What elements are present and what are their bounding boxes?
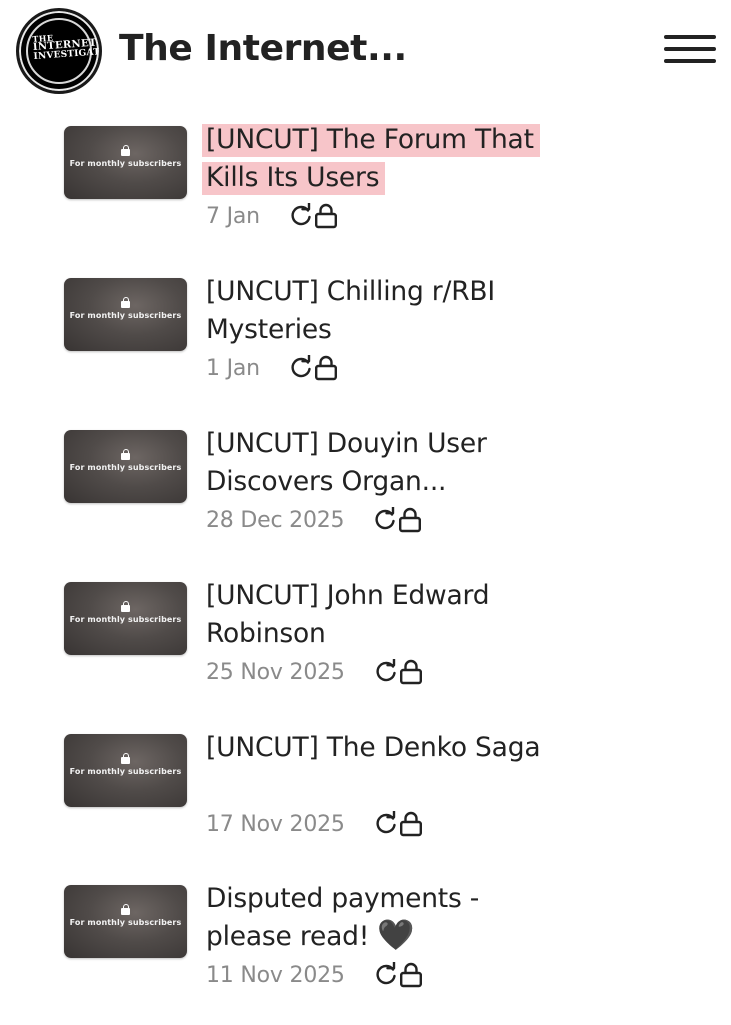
post-meta: 17 Nov 2025 — [206, 809, 423, 839]
menu-bar — [664, 35, 716, 39]
post-date: 7 Jan — [206, 203, 260, 229]
post-meta: 1 Jan — [206, 353, 338, 383]
site-logo[interactable]: THE INTERNET INVESTIGATOR — [16, 8, 102, 94]
thumbnail-lock-icon — [121, 753, 130, 764]
lock-icon — [314, 355, 337, 381]
menu-bar — [664, 47, 716, 51]
header: THE INTERNET INVESTIGATOR The Internet..… — [0, 0, 731, 100]
post-thumbnail[interactable]: For monthly subscribers — [64, 430, 187, 503]
post-item[interactable]: For monthly subscribers [UNCUT] Chilling… — [0, 276, 731, 418]
post-status-icons — [373, 810, 423, 838]
site-title[interactable]: The Internet... — [119, 28, 407, 69]
post-item[interactable]: For monthly subscribers [UNCUT] John Edw… — [0, 580, 731, 722]
post-status-icons — [373, 961, 423, 989]
lock-icon — [399, 811, 422, 837]
post-meta: 7 Jan — [206, 201, 338, 231]
post-title[interactable]: [UNCUT] Chilling r/RBI Mysteries — [206, 273, 566, 349]
hamburger-menu-icon[interactable] — [661, 33, 719, 67]
subscriber-label: For monthly subscribers — [69, 159, 182, 168]
post-meta: 11 Nov 2025 — [206, 960, 423, 990]
repost-icon — [376, 962, 396, 985]
repost-icon — [376, 811, 396, 834]
thumbnail-lock-icon — [121, 601, 130, 612]
repost-icon — [376, 659, 396, 682]
post-title[interactable]: Disputed payments - please read! 🖤 — [206, 880, 566, 956]
post-thumbnail[interactable]: For monthly subscribers — [64, 582, 187, 655]
lock-icon — [314, 203, 337, 229]
post-title[interactable]: [UNCUT] Douyin User Discovers Organ... — [206, 425, 566, 501]
post-status-icons — [373, 658, 423, 686]
post-item[interactable]: For monthly subscribers [UNCUT] The Denk… — [0, 732, 731, 874]
post-date: 28 Dec 2025 — [206, 507, 345, 533]
lock-icon — [399, 507, 422, 533]
post-item[interactable]: For monthly subscribers Disputed payment… — [0, 883, 731, 1025]
post-status-icons — [372, 506, 422, 534]
lock-icon — [399, 659, 422, 685]
repost-icon — [291, 355, 311, 378]
thumbnail-lock-icon — [121, 449, 130, 460]
post-thumbnail[interactable]: For monthly subscribers — [64, 278, 187, 351]
repost-icon — [291, 203, 311, 226]
post-title[interactable]: [UNCUT] John Edward Robinson — [206, 577, 566, 653]
post-title-text: [UNCUT] The Forum That Kills Its Users — [202, 124, 540, 195]
post-thumbnail[interactable]: For monthly subscribers — [64, 126, 187, 199]
post-status-icons — [288, 202, 338, 230]
post-item[interactable]: For monthly subscribers [UNCUT] The Foru… — [0, 124, 731, 266]
subscriber-label: For monthly subscribers — [69, 615, 182, 624]
thumbnail-lock-icon — [121, 297, 130, 308]
post-meta: 25 Nov 2025 — [206, 657, 423, 687]
post-date: 11 Nov 2025 — [206, 962, 345, 988]
post-status-icons — [288, 354, 338, 382]
thumbnail-lock-icon — [121, 145, 130, 156]
thumbnail-lock-icon — [121, 904, 130, 915]
black-heart-emoji: 🖤 — [377, 918, 415, 953]
subscriber-label: For monthly subscribers — [69, 767, 182, 776]
repost-icon — [375, 507, 396, 530]
post-title[interactable]: [UNCUT] The Denko Saga — [206, 729, 566, 767]
post-item[interactable]: For monthly subscribers [UNCUT] Douyin U… — [0, 428, 731, 570]
subscriber-label: For monthly subscribers — [69, 463, 182, 472]
logo-wordmark: THE INTERNET INVESTIGATOR — [32, 31, 99, 62]
post-date: 1 Jan — [206, 355, 260, 381]
lock-icon — [399, 962, 422, 988]
post-meta: 28 Dec 2025 — [206, 505, 422, 535]
post-thumbnail[interactable]: For monthly subscribers — [64, 885, 187, 958]
post-thumbnail[interactable]: For monthly subscribers — [64, 734, 187, 807]
subscriber-label: For monthly subscribers — [69, 918, 182, 927]
menu-bar — [664, 59, 716, 63]
post-title-text: Disputed payments - please read! — [206, 883, 480, 952]
post-date: 25 Nov 2025 — [206, 659, 345, 685]
subscriber-label: For monthly subscribers — [69, 311, 182, 320]
post-date: 17 Nov 2025 — [206, 811, 345, 837]
post-title[interactable]: [UNCUT] The Forum That Kills Its Users — [202, 121, 566, 197]
